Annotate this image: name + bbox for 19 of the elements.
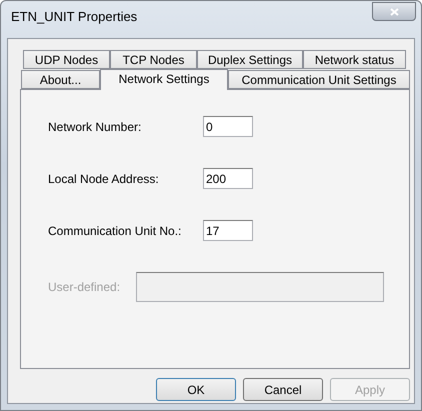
tab[interactable]: UDP Nodes xyxy=(23,50,110,69)
input-field[interactable]: 0 xyxy=(203,116,253,137)
tab[interactable]: Duplex Settings xyxy=(197,50,303,69)
field-label: User-defined: xyxy=(48,280,122,294)
window-title: ETN_UNIT Properties xyxy=(11,9,138,24)
field-label: Communication Unit No.: xyxy=(48,224,182,238)
tab[interactable]: Network status xyxy=(303,50,406,69)
input-field[interactable]: 17 xyxy=(203,220,253,241)
tab[interactable]: Communication Unit Settings xyxy=(228,70,410,89)
close-icon xyxy=(390,8,398,16)
close-button[interactable] xyxy=(372,2,416,21)
tab[interactable]: Network Settings xyxy=(100,69,228,90)
tab[interactable]: About... xyxy=(21,70,100,89)
field-label: Local Node Address: xyxy=(48,172,160,186)
field-label: Network Number: xyxy=(48,120,142,134)
ok-button[interactable]: OK xyxy=(156,378,236,401)
tab[interactable]: TCP Nodes xyxy=(110,50,197,69)
input-field[interactable]: 200 xyxy=(203,168,253,189)
cancel-button[interactable]: Cancel xyxy=(243,378,323,401)
